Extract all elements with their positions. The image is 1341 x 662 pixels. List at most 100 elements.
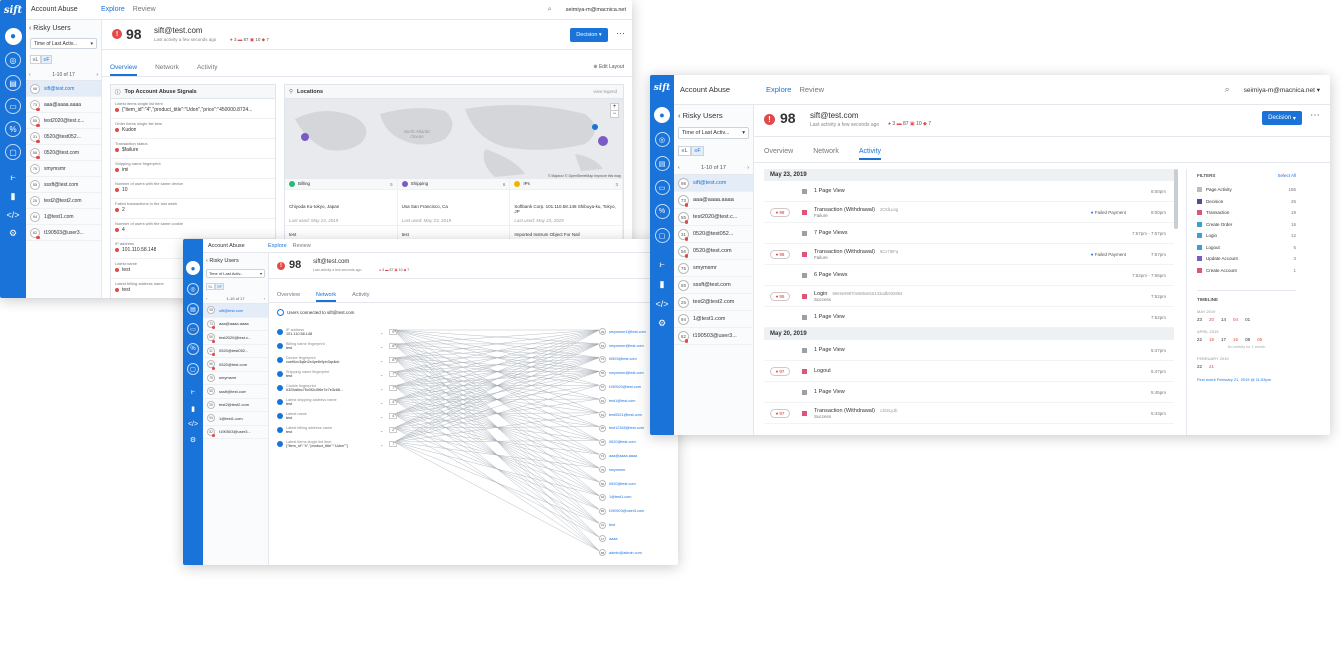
expand-chevron-icon[interactable]: ⌄	[380, 344, 383, 349]
network-user-row[interactable]: 88 admin@admin.com	[599, 546, 678, 560]
filter-item[interactable]: Create Order 16	[1197, 219, 1296, 231]
subtab-overview[interactable]: Overview	[277, 292, 300, 302]
activity-event[interactable]: ● 97 Logout 5:47pm	[764, 361, 1174, 382]
subtab-activity[interactable]: Activity	[352, 292, 369, 302]
activity-event[interactable]: 1 Page View 5:47pm	[764, 340, 1174, 361]
network-attribute-row[interactable]: Latest shipping address name test ⌄ 4	[277, 395, 407, 409]
sort-select[interactable]: Time of Last Activ... ▾	[678, 127, 749, 139]
filter-item[interactable]: Create Account 1	[1197, 265, 1296, 277]
user-row[interactable]: 73 aaa@aaaa.aaaa	[26, 97, 101, 113]
network-attribute-row[interactable]: Latest billing address name test ⌄ 2	[277, 423, 407, 437]
timeline-day[interactable]: 05	[1257, 337, 1262, 342]
more-options-icon[interactable]: ⋯	[1310, 110, 1320, 121]
filter-item[interactable]: Update Account 3	[1197, 253, 1296, 265]
subtab-activity[interactable]: Activity	[858, 148, 882, 160]
settings-icon[interactable]: ⚙	[9, 228, 17, 239]
settings-icon[interactable]: ⚙	[658, 318, 666, 329]
network-attribute-row[interactable]: IP address 101.110.58.148 ⌄ 9	[277, 325, 407, 339]
location-place[interactable]: Softbank Corp. 101.110.58.148 Shibuya-ku…	[510, 190, 622, 216]
timeline-day[interactable]: 17	[1221, 337, 1226, 342]
feed-scrollbar[interactable]	[1174, 169, 1178, 229]
chart-icon[interactable]: ▮	[11, 191, 16, 202]
next-page-icon[interactable]: ›	[747, 165, 749, 171]
fingerprint-icon[interactable]: ◎	[654, 132, 670, 147]
user-row[interactable]: 56 0520@test.com	[203, 358, 268, 372]
timeline-day[interactable]: 01	[1245, 317, 1250, 322]
user-row[interactable]: 82 t190503@user3...	[674, 328, 753, 345]
filter-item[interactable]: Logout 5	[1197, 242, 1296, 254]
expand-chevron-icon[interactable]: ⌄	[380, 386, 383, 391]
network-attribute-row[interactable]: Shipping name fingerprint test ⌄ 7	[277, 367, 407, 381]
network-user-row[interactable]: 41 test	[599, 518, 678, 532]
filter-checkbox-icon[interactable]	[1197, 233, 1202, 239]
filter-view-toggle[interactable]: ≡F	[691, 146, 704, 156]
network-attribute-row[interactable]: Latest items single list item {"item_id":…	[277, 437, 407, 451]
filter-view-toggle[interactable]: ≡F	[41, 55, 52, 64]
settings-icon[interactable]: ⚙	[190, 436, 196, 444]
discount-icon[interactable]: %	[5, 121, 21, 137]
user-row[interactable]: 82 t190503@user3...	[203, 426, 268, 439]
user-row[interactable]: 75 smymsmr	[674, 260, 753, 277]
network-user-row[interactable]: 82 t190503@user3.com	[599, 504, 678, 518]
fingerprint-icon[interactable]: ◎	[187, 283, 199, 295]
user-row[interactable]: 82 t190503@user3...	[26, 225, 101, 241]
decision-button[interactable]: Decision ▾	[570, 28, 608, 42]
workflow-icon[interactable]: ⥼	[191, 389, 195, 397]
filter-view-toggle[interactable]: ≡F	[215, 283, 224, 290]
expand-chevron-icon[interactable]: ⌄	[380, 442, 383, 447]
user-row[interactable]: 31 0520@test052...	[26, 129, 101, 145]
filter-item[interactable]: Decision 25	[1197, 196, 1296, 208]
filter-checkbox-icon[interactable]	[1197, 244, 1202, 250]
filter-checkbox-icon[interactable]	[1197, 221, 1202, 227]
document-icon[interactable]: ▤	[5, 75, 21, 91]
activity-event[interactable]: 1 Page View 8:00pm	[764, 181, 1174, 202]
user-row[interactable]: 25 test2@test2.com	[203, 399, 268, 412]
more-options-icon[interactable]: ⋯	[616, 28, 625, 39]
next-page-icon[interactable]: ›	[96, 72, 98, 78]
user-row[interactable]: 25 test2@test2.com	[26, 193, 101, 209]
edit-layout-button[interactable]: ⊕ Edit Layout	[593, 64, 624, 70]
discount-icon[interactable]: %	[187, 343, 199, 355]
network-attribute-row[interactable]: Cookie fingerprint 6325a6bc75c0f2c0f6e7e7…	[277, 381, 407, 395]
user-row[interactable]: 55 sssft@test.com	[674, 277, 753, 294]
user-row[interactable]: 56 0520@test.com	[674, 243, 753, 260]
sort-select[interactable]: Time of Last Activ... ▾	[30, 38, 97, 49]
subtab-overview[interactable]: Overview	[110, 64, 138, 76]
location-place[interactable]: Usa San Francisco, Ca	[398, 190, 510, 216]
user-row[interactable]: 25 test2@test2.com	[674, 294, 753, 311]
network-user-row[interactable]: 34 0520@test.com	[599, 435, 678, 449]
list-view-toggle[interactable]: ≡L	[678, 146, 691, 156]
user-avatar-icon[interactable]: ●	[186, 261, 200, 275]
fingerprint-icon[interactable]: ◎	[5, 52, 21, 68]
subtab-network[interactable]: Network	[813, 148, 839, 160]
expand-chevron-icon[interactable]: ⌄	[380, 372, 383, 377]
filter-checkbox-icon[interactable]	[1197, 198, 1202, 204]
network-user-row[interactable]: 75 smymsmr	[599, 463, 678, 477]
network-user-row[interactable]: 94 1@test1.com	[599, 491, 678, 505]
filter-item[interactable]: Page Activity 186	[1197, 184, 1296, 196]
timeline-day[interactable]: 18	[1209, 337, 1214, 342]
user-row[interactable]: 94 1@test1.com	[26, 209, 101, 225]
chat-icon[interactable]: ▢	[654, 228, 670, 243]
card-icon[interactable]: ▭	[5, 98, 21, 114]
activity-event[interactable]: 1 Page View 5:45pm	[764, 382, 1174, 403]
expand-chevron-icon[interactable]: ⌄	[380, 400, 383, 405]
chat-icon[interactable]: ▢	[187, 363, 199, 375]
code-icon[interactable]: </>	[655, 299, 668, 309]
activity-event[interactable]: 7 Page Views 7:57pm - 7:57pm	[764, 223, 1174, 244]
user-avatar-icon[interactable]: ●	[4, 28, 22, 45]
risky-users-title[interactable]: ‹ Risky Users	[29, 25, 101, 32]
subtab-overview[interactable]: Overview	[764, 148, 793, 160]
next-page-icon[interactable]: ›	[264, 296, 265, 301]
user-row[interactable]: 98 sift@test.com	[674, 175, 753, 192]
activity-event[interactable]: ● 98 Transaction (Withdrawal) 6Cx7t5Fq Failu…	[764, 244, 1174, 265]
view-legend-link[interactable]: view legend	[593, 89, 617, 94]
subtab-activity[interactable]: Activity	[197, 64, 218, 76]
user-row[interactable]: 75 smymsmr	[26, 161, 101, 177]
network-user-row[interactable]: 17 aaaa	[599, 532, 678, 546]
filter-item[interactable]: Login 12	[1197, 230, 1296, 242]
user-row[interactable]: 31 0520@test052...	[674, 226, 753, 243]
document-icon[interactable]: ▤	[654, 156, 670, 171]
filter-checkbox-icon[interactable]	[1197, 187, 1202, 193]
network-attribute-row[interactable]: Device fingerprint voet0cv3q6n2e4ye6r9pb3…	[277, 353, 407, 367]
